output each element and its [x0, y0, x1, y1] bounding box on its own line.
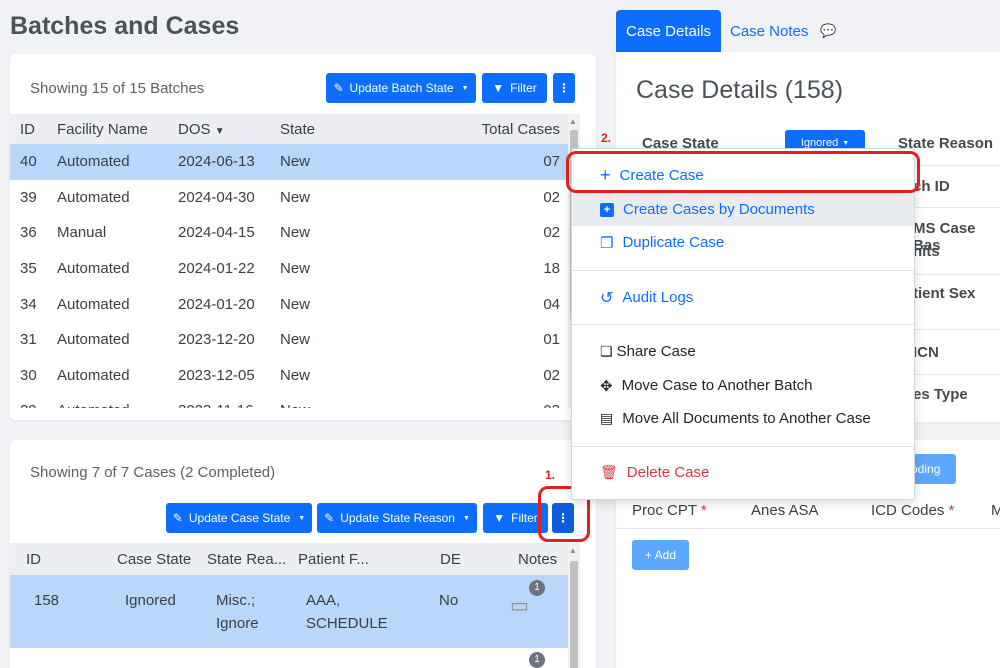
batch-filter-button[interactable]: ▼ Filter [482, 73, 547, 103]
caret-down-icon: ▼ [462, 514, 470, 522]
case-row[interactable]: 158 Ignored Misc.; Ignore AAA, SCHEDULE … [10, 575, 568, 648]
history-icon: ↺ [600, 289, 614, 307]
notes-icon[interactable]: ▭ [510, 593, 529, 618]
add-code-button[interactable]: + Add [632, 540, 689, 570]
batches-header-row: ID Facility Name DOS ▼ State Total Cases [10, 114, 568, 144]
case-scroll-thumb[interactable] [570, 561, 578, 668]
batch-more-button[interactable]: ⋮ [553, 73, 575, 103]
comments-icon: 💬 [820, 23, 837, 38]
tab-case-details[interactable]: Case Details [616, 10, 722, 52]
annotation-box-create-case [566, 151, 920, 193]
cases-card: Showing 7 of 7 Cases (2 Completed) ✎ Upd… [10, 440, 596, 668]
pencil-icon: ✎ [172, 511, 183, 525]
anes-asa-header: Anes ASA [751, 502, 819, 519]
plus-square-icon: + [600, 202, 614, 217]
batch-table-clip [10, 408, 596, 420]
page-title: Batches and Cases [10, 12, 240, 40]
update-state-reason-button[interactable]: ✎ Update State Reason ▼ [317, 503, 477, 533]
notes-count-badge: 1 [529, 580, 545, 596]
sort-desc-icon: ▼ [214, 125, 225, 137]
notes-count-badge: 1 [529, 652, 545, 668]
icd-codes-header: ICD Codes * [871, 502, 955, 519]
batch-row[interactable]: 39 Automated 2024-04-30 New 02 [10, 180, 568, 216]
col-notes[interactable]: Notes [518, 551, 557, 568]
menu-audit-logs[interactable]: ↺ Audit Logs [572, 281, 914, 314]
col-state[interactable]: State [270, 114, 380, 144]
col-dos[interactable]: DOS ▼ [168, 114, 270, 144]
update-batch-state-button[interactable]: ✎ Update Batch State ▼ [326, 73, 476, 103]
file-icon: ▤ [600, 410, 614, 426]
menu-divider [572, 270, 914, 271]
col-id[interactable]: ID [10, 114, 47, 144]
menu-divider [572, 324, 914, 325]
col-case-state[interactable]: Case State [117, 551, 191, 568]
kebab-icon: ⋮ [558, 81, 570, 95]
pencil-icon: ✎ [333, 81, 344, 95]
menu-move-case[interactable]: ✥ Move Case to Another Batch [572, 369, 914, 402]
update-case-state-button[interactable]: ✎ Update Case State ▼ [166, 503, 312, 533]
col-state-reason[interactable]: State Rea... [207, 551, 286, 568]
col-id[interactable]: ID [26, 551, 41, 568]
batch-row[interactable]: 34 Automated 2024-01-20 New 04 [10, 286, 568, 322]
proc-cpt-header: Proc CPT * [632, 502, 707, 519]
menu-divider [572, 446, 914, 447]
annotation-step-1: 1. [545, 468, 556, 482]
menu-create-cases-by-documents[interactable]: + Create Cases by Documents [572, 193, 914, 226]
m-header: M [991, 502, 1000, 519]
col-total-cases[interactable]: Total Cases [380, 114, 568, 144]
batch-row[interactable]: 30 Automated 2023-12-05 New 02 [10, 358, 568, 394]
batch-row[interactable]: 35 Automated 2024-01-22 New 18 [10, 251, 568, 287]
batches-count: Showing 15 of 15 Batches [30, 80, 205, 97]
case-actions-menu: + Create Case + Create Cases by Document… [571, 148, 915, 500]
caret-down-icon: ▼ [842, 139, 850, 147]
batch-row[interactable]: 40 Automated 2024-06-13 New 07 [10, 144, 568, 180]
caret-down-icon: ▼ [461, 84, 469, 92]
copy-icon: ❐ [600, 234, 614, 252]
scroll-up-icon[interactable]: ▲ [569, 117, 577, 126]
filter-icon: ▼ [493, 511, 506, 525]
menu-duplicate-case[interactable]: ❐ Duplicate Case [572, 226, 914, 259]
batches-card: Showing 15 of 15 Batches ✎ Update Batch … [10, 54, 596, 420]
patient-sex-label: tient Sex [913, 285, 976, 302]
batch-row[interactable]: 31 Automated 2023-12-20 New 01 [10, 322, 568, 358]
annotation-step-2: 2. [601, 131, 612, 145]
divider [616, 528, 1000, 529]
type-label: es Type [913, 386, 968, 403]
batches-table: ID Facility Name DOS ▼ State Total Cases… [10, 114, 568, 420]
trash-icon: 🗑 [600, 464, 618, 480]
col-patient[interactable]: Patient F... [298, 551, 369, 568]
scroll-up-icon[interactable]: ▲ [569, 546, 577, 555]
case-details-title: Case Details (158) [636, 76, 844, 104]
cms-label-cont: nits [913, 243, 940, 260]
cases-count: Showing 7 of 7 Cases (2 Completed) [30, 464, 276, 481]
move-arrows-icon: ✥ [600, 377, 613, 395]
menu-move-documents[interactable]: ▤ Move All Documents to Another Case [572, 402, 914, 435]
icn-label: ICN [913, 344, 939, 361]
cases-header-row: ID Case State State Rea... Patient F... … [10, 543, 568, 575]
menu-delete-case[interactable]: 🗑 Delete Case [572, 456, 914, 489]
caret-down-icon: ▼ [298, 514, 306, 522]
batch-row[interactable]: 36 Manual 2024-04-15 New 02 [10, 215, 568, 251]
col-de[interactable]: DE [440, 551, 461, 568]
menu-share-case[interactable]: ❏ Share Case [572, 335, 914, 368]
edit-square-icon: ✎ [324, 511, 335, 525]
tab-case-notes[interactable]: Case Notes 💬 [720, 10, 847, 52]
share-copy-icon: ❏ [600, 343, 613, 359]
col-facility[interactable]: Facility Name [47, 114, 168, 144]
case-scrollbar[interactable]: ▲ [568, 543, 580, 668]
filter-icon: ▼ [492, 81, 505, 95]
